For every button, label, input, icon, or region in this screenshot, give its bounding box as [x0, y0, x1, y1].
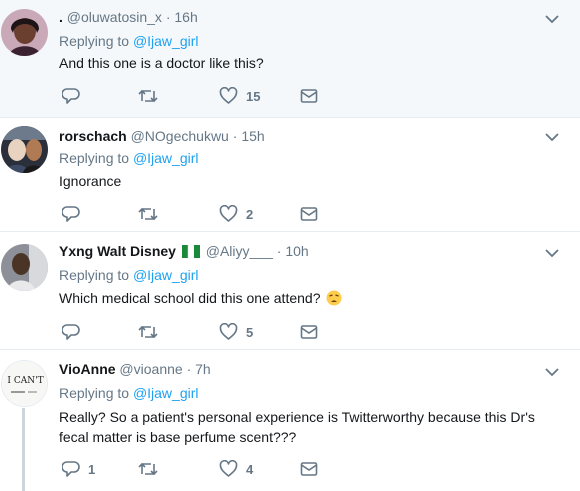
like-count: 5 — [246, 324, 254, 340]
replying-prefix: Replying to — [59, 150, 130, 166]
tweet-header: rorschach @NOgechukwu · 15h — [59, 127, 265, 145]
tweet-header: . @oluwatosin_x · 16h — [59, 8, 198, 26]
like-button[interactable]: 2 — [219, 204, 253, 224]
replying-prefix: Replying to — [59, 385, 130, 401]
tweet-1[interactable]: . @oluwatosin_x · 16h Replying to @Ijaw_… — [0, 0, 580, 118]
tweet-header: Yxng Walt Disney @Aliyy___ · 10h — [59, 242, 309, 260]
retweet-button[interactable] — [138, 322, 166, 342]
replying-to: Replying to @Ijaw_girl — [59, 32, 199, 50]
tweet-2[interactable]: rorschach @NOgechukwu · 15h Replying to … — [0, 118, 580, 232]
retweet-button[interactable] — [138, 86, 166, 106]
like-button[interactable]: 15 — [219, 86, 260, 106]
user-handle[interactable]: @NOgechukwu — [131, 128, 229, 144]
avatar[interactable] — [1, 9, 48, 56]
reply-icon — [62, 88, 80, 104]
like-count: 15 — [246, 88, 261, 104]
replying-prefix: Replying to — [59, 267, 130, 283]
envelope-icon — [300, 325, 318, 339]
user-handle[interactable]: @oluwatosin_x — [67, 9, 162, 25]
envelope-icon — [300, 207, 318, 221]
like-button[interactable]: 5 — [219, 322, 253, 342]
reply-button[interactable] — [62, 204, 88, 224]
like-count: 2 — [246, 206, 254, 222]
reply-button[interactable]: 1 — [62, 459, 95, 479]
avatar[interactable]: I CAN'T — [1, 360, 48, 407]
chevron-down-icon[interactable] — [544, 11, 560, 27]
retweet-icon — [138, 89, 158, 103]
avatar-caption: I CAN'T — [7, 376, 43, 386]
replying-to: Replying to @Ijaw_girl — [59, 384, 199, 402]
timestamp[interactable]: 7h — [195, 361, 211, 377]
replying-to: Replying to @Ijaw_girl — [59, 149, 199, 167]
replying-to-link[interactable]: @Ijaw_girl — [133, 150, 199, 166]
heart-icon — [219, 205, 238, 222]
retweet-button[interactable] — [138, 204, 166, 224]
tweet-4[interactable]: I CAN'T VioAnne @vioanne · 7h Replying t… — [0, 350, 580, 491]
replying-to-link[interactable]: @Ijaw_girl — [133, 385, 199, 401]
timestamp[interactable]: 15h — [241, 128, 264, 144]
chevron-down-icon[interactable] — [544, 245, 560, 261]
reply-button[interactable] — [62, 322, 88, 342]
reply-button[interactable] — [62, 86, 88, 106]
tweet-text: Really? So a patient's personal experien… — [59, 409, 535, 445]
reply-icon — [62, 324, 80, 340]
dm-button[interactable] — [300, 322, 318, 342]
dm-button[interactable] — [300, 86, 318, 106]
nigeria-flag-icon — [181, 245, 200, 258]
reply-count: 1 — [88, 461, 96, 477]
tweet-text: Which medical school did this one attend… — [59, 290, 321, 306]
display-name[interactable]: Yxng Walt Disney — [59, 243, 176, 259]
envelope-icon — [300, 89, 318, 103]
envelope-icon — [300, 462, 318, 476]
replying-to-link[interactable]: @Ijaw_girl — [133, 33, 199, 49]
tweet-3[interactable]: Yxng Walt Disney @Aliyy___ · 10h Replyin… — [0, 232, 580, 350]
retweet-button[interactable] — [138, 459, 166, 479]
dm-button[interactable] — [300, 204, 318, 224]
timestamp[interactable]: 16h — [174, 9, 197, 25]
weary-face-emoji — [326, 290, 342, 306]
chevron-down-icon[interactable] — [544, 129, 560, 145]
reply-icon — [62, 206, 80, 222]
thread-connector-line — [22, 408, 25, 491]
chevron-down-icon[interactable] — [544, 364, 560, 380]
retweet-icon — [138, 325, 158, 339]
heart-icon — [219, 87, 238, 104]
display-name[interactable]: rorschach — [59, 128, 127, 144]
display-name[interactable]: . — [59, 9, 63, 25]
reply-icon — [62, 461, 80, 477]
like-button[interactable]: 4 — [219, 459, 253, 479]
tweet-text: And this one is a doctor like this? — [59, 55, 264, 71]
separator-dot: · — [165, 9, 171, 25]
dm-button[interactable] — [300, 459, 318, 479]
display-name[interactable]: VioAnne — [59, 361, 116, 377]
separator-dot: · — [186, 361, 192, 377]
replying-to-link[interactable]: @Ijaw_girl — [133, 267, 199, 283]
heart-icon — [219, 323, 238, 340]
timestamp[interactable]: 10h — [285, 243, 308, 259]
separator-dot: · — [232, 128, 238, 144]
user-handle[interactable]: @vioanne — [119, 361, 182, 377]
tweet-text-container: Which medical school did this one attend… — [59, 288, 569, 308]
user-handle[interactable]: @Aliyy___ — [206, 243, 273, 259]
tweet-header: VioAnne @vioanne · 7h — [59, 360, 211, 378]
like-count: 4 — [246, 461, 254, 477]
avatar[interactable] — [1, 244, 48, 291]
retweet-icon — [138, 462, 158, 476]
replying-to: Replying to @Ijaw_girl — [59, 266, 199, 284]
separator-dot: · — [276, 243, 282, 259]
retweet-icon — [138, 207, 158, 221]
replying-prefix: Replying to — [59, 33, 130, 49]
avatar[interactable] — [1, 126, 48, 173]
tweet-text: Ignorance — [59, 173, 122, 189]
heart-icon — [219, 460, 238, 477]
